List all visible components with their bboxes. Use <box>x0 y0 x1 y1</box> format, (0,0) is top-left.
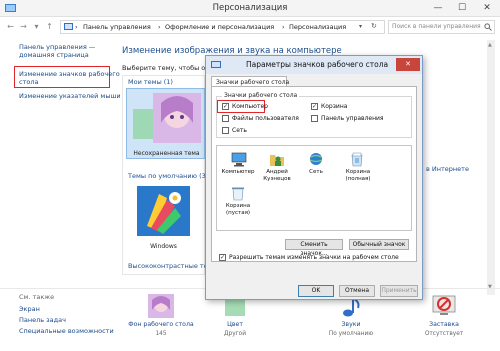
refresh-icon[interactable]: ↻ <box>371 22 377 30</box>
minimize-button[interactable]: — <box>426 0 450 17</box>
see-also-heading: См. также <box>19 293 55 301</box>
icon-label: Корзина (полная) <box>345 169 371 182</box>
search-input[interactable]: Поиск в панели управления <box>388 20 495 34</box>
crumb-separator: › <box>75 23 78 31</box>
unsaved-theme-label: Несохраненная тема <box>133 150 200 157</box>
cancel-button[interactable]: Отмена <box>339 285 375 297</box>
window-title: Персонализация <box>212 3 288 13</box>
my-themes-label: Мои темы (1) <box>128 78 173 86</box>
see-also-taskbar[interactable]: Панель задач <box>19 316 66 324</box>
wallpaper-icon[interactable] <box>148 294 174 318</box>
icon-preview-list: Компьютер Андрей Кузнецов Сеть Корзина (… <box>216 145 412 231</box>
maximize-button[interactable]: ☐ <box>450 0 474 17</box>
dialog-title: Параметры значков рабочего стола <box>246 60 389 69</box>
color-link[interactable]: Цвет <box>215 321 255 328</box>
search-icon[interactable] <box>484 23 492 31</box>
tab-label: Значки рабочего стола <box>216 79 290 86</box>
network-icon <box>309 153 323 165</box>
icon-label: Корзина (пустая) <box>225 203 251 216</box>
change-icon-button[interactable]: Сменить значок... <box>285 239 343 257</box>
network-checkbox-label: Сеть <box>232 127 247 134</box>
address-dropdown-icon[interactable]: ▾ <box>359 23 362 30</box>
see-also-display[interactable]: Экран <box>19 305 40 313</box>
default-themes-label: Темы по умолчанию (3) <box>128 172 209 180</box>
color-swatch-icon[interactable] <box>225 300 245 316</box>
desktop-background-count: 145 <box>155 331 167 337</box>
anime-wallpaper-image <box>153 93 201 143</box>
ok-button[interactable]: OK <box>298 285 334 297</box>
sidebar-link-desktop-icons-2[interactable]: стола <box>19 78 38 86</box>
recycle-bin-full-icon <box>351 152 363 167</box>
groupbox-title: Значки рабочего стола <box>222 92 300 99</box>
crumb-personalization[interactable]: Персонализация <box>289 23 346 31</box>
icon-label: Сеть <box>309 169 323 175</box>
see-also-accessibility[interactable]: Специальные возможности <box>19 327 114 335</box>
search-placeholder: Поиск в панели управления <box>392 23 481 30</box>
default-icon-button[interactable]: Обычный значок <box>349 239 409 250</box>
control-panel-checkbox-label: Панель управления <box>321 115 384 122</box>
forward-arrow-icon[interactable]: → <box>18 21 29 32</box>
dialog-close-button[interactable]: ✕ <box>396 58 420 71</box>
page-subtitle: Выберите тему, чтобы одно <box>122 64 218 72</box>
allow-themes-label: Разрешить темам изменять значки на рабоч… <box>229 254 399 261</box>
control-panel-icon <box>64 23 73 30</box>
sidebar-link-home[interactable]: Панель управления — <box>19 43 95 51</box>
unsaved-theme-tile[interactable]: Несохраненная тема <box>126 88 205 159</box>
crumb-appearance[interactable]: Оформление и персонализация <box>165 23 274 31</box>
screensaver-value: Отсутствует <box>424 331 464 337</box>
scroll-down-icon[interactable]: ▼ <box>488 284 492 290</box>
up-arrow-icon[interactable]: ↑ <box>44 21 55 32</box>
screensaver-link[interactable]: Заставка <box>420 321 468 328</box>
icon-label: Компьютер <box>221 169 255 175</box>
windows-theme-label: Windows <box>150 243 177 250</box>
user-files-checkbox[interactable] <box>222 115 229 122</box>
online-themes-link[interactable]: в Интернете <box>426 165 469 173</box>
dialog-app-icon <box>211 61 221 68</box>
windows-theme-thumbnail[interactable] <box>137 186 190 236</box>
network-checkbox[interactable] <box>222 127 229 134</box>
close-button[interactable]: ✕ <box>474 0 500 17</box>
address-bar[interactable]: › Панель управления › Оформление и персо… <box>60 20 385 34</box>
user-files-checkbox-label: Файлы пользователя <box>232 115 299 122</box>
screensaver-icon[interactable] <box>432 294 456 318</box>
control-panel-checkbox[interactable] <box>311 115 318 122</box>
sound-icon[interactable] <box>340 297 362 317</box>
crumb-separator: › <box>158 23 161 31</box>
allow-themes-checkbox[interactable]: ✓ <box>219 254 226 261</box>
back-arrow-icon[interactable]: ← <box>5 21 16 32</box>
recycle-bin-checkbox[interactable]: ✓ <box>311 103 318 110</box>
scroll-up-icon[interactable]: ▲ <box>488 42 492 48</box>
color-value: Другой <box>224 331 246 337</box>
apply-button[interactable]: Применить <box>380 285 418 297</box>
window-title-bar: Персонализация — ☐ ✕ <box>0 0 500 17</box>
desktop-background-link[interactable]: Фон рабочего стола <box>128 321 194 328</box>
sounds-value: По умолчанию <box>328 331 374 337</box>
computer-checkbox-label: Компьютер <box>232 103 268 110</box>
dialog-title-bar: Параметры значков рабочего стола ✕ <box>206 56 422 74</box>
desktop-icon-settings-dialog: Параметры значков рабочего стола ✕ Значк… <box>205 55 423 300</box>
icon-label: Андрей Кузнецов <box>263 169 291 182</box>
sidebar-link-home-2[interactable]: домашняя страница <box>19 51 89 59</box>
computer-checkbox[interactable]: ✓ <box>222 103 229 110</box>
crumb-separator: › <box>282 23 285 31</box>
crumb-control-panel[interactable]: Панель управления <box>83 23 151 31</box>
sounds-link[interactable]: Звуки <box>321 321 381 328</box>
recent-dropdown-icon[interactable]: ▾ <box>31 21 42 32</box>
recycle-bin-checkbox-label: Корзина <box>321 103 348 110</box>
sidebar-link-mouse-pointers[interactable]: Изменение указателей мыши <box>19 92 121 100</box>
recycle-bin-empty-icon <box>232 187 244 201</box>
user-folder-icon <box>270 155 284 166</box>
scrollbar[interactable]: ▲ ▼ <box>487 40 495 295</box>
computer-icon <box>231 152 247 167</box>
sidebar-link-desktop-icons[interactable]: Изменение значков рабочего <box>19 70 120 78</box>
address-row: ← → ▾ ↑ › Панель управления › Оформление… <box>0 17 500 37</box>
